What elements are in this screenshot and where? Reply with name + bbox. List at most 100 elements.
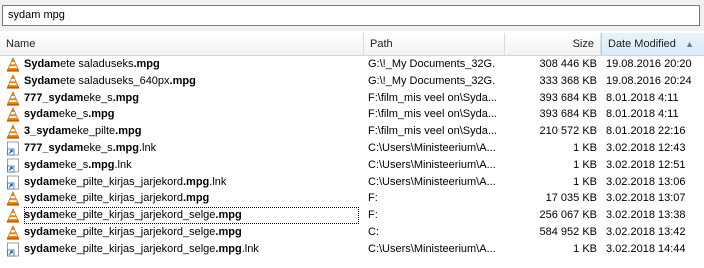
file-name: Sydamete saladuseks.mpg <box>24 56 359 73</box>
column-header-name[interactable]: Name <box>0 33 364 55</box>
file-name: sydameke_pilte_kirjas_jarjekord.mpg.lnk <box>24 174 359 191</box>
file-row[interactable]: Sydamete saladuseks.mpg G:\!_My Documents… <box>0 56 704 73</box>
name-text: eke_s <box>58 158 89 171</box>
name-text: eke_s <box>83 142 113 154</box>
file-date-modified: 19.08.2016 20:24 <box>606 74 692 87</box>
file-size: 308 446 KB <box>539 58 598 70</box>
file-path: F: <box>368 192 378 205</box>
column-header-date-label: Date Modified <box>608 38 676 50</box>
file-path: C:\Users\Ministeerium\A... <box>368 242 496 255</box>
file-date-modified: 3.02.2018 14:44 <box>606 242 686 255</box>
vlc-cone-icon <box>6 225 20 240</box>
name-match-highlight: 777_sydam <box>24 91 84 104</box>
file-date-modified: 3.02.2018 13:38 <box>606 209 686 222</box>
file-name: sydameke_pilte_kirjas_jarjekord_selge.mp… <box>24 241 359 258</box>
shortcut-icon <box>6 158 20 173</box>
file-name: sydameke_s.mpg <box>24 106 359 123</box>
name-match-highlight: Sydam <box>24 74 61 87</box>
vlc-cone-icon <box>6 90 20 106</box>
name-text: eke_s <box>83 91 113 104</box>
file-name: Sydamete saladuseks_640px.mpg <box>24 73 359 90</box>
name-match-highlight: .mpg <box>215 226 242 238</box>
file-row[interactable]: 3_sydameke_pilte.mpg F:\film_mis veel on\… <box>0 123 704 140</box>
name-extension: .lnk <box>138 142 157 154</box>
column-header-size[interactable]: Size <box>505 33 601 55</box>
file-size: 333 368 KB <box>539 74 598 87</box>
sort-ascending-icon: ▲ <box>685 39 694 49</box>
name-text: eke_pilte_kirjas_jarjekord_selge <box>58 226 216 238</box>
name-match-highlight: .mpg <box>182 192 210 205</box>
file-size: 210 572 KB <box>539 125 598 138</box>
name-match-highlight: .mpg <box>215 242 242 255</box>
vlc-cone-icon <box>6 74 20 89</box>
shortcut-icon <box>6 242 20 257</box>
vlc-cone-icon <box>6 208 20 223</box>
name-match-highlight: .mpg <box>112 91 139 104</box>
column-header-path[interactable]: Path <box>364 33 505 55</box>
file-path: G:\!_My Documents_32G... <box>368 74 496 87</box>
file-row[interactable]: sydameke_pilte_kirjas_jarjekord_selge.mp… <box>0 207 704 225</box>
file-size: 17 035 KB <box>545 192 597 205</box>
name-text: eke_s <box>58 108 89 121</box>
name-match-highlight: sydam <box>24 209 59 222</box>
name-extension: .lnk <box>114 158 132 171</box>
file-row[interactable]: sydameke_pilte_kirjas_jarjekord_selge.mp… <box>0 241 704 258</box>
name-text: eke_pilte <box>71 125 116 138</box>
file-path: F:\film_mis veel on\Syda... <box>368 125 496 138</box>
file-date-modified: 3.02.2018 13:42 <box>606 226 686 238</box>
search-input[interactable]: sydam mpg <box>2 5 700 26</box>
file-row[interactable]: sydameke_pilte_kirjas_jarjekord_selge.mp… <box>0 224 704 241</box>
file-name: 777_sydameke_s.mpg.lnk <box>24 140 359 157</box>
name-match-highlight: .mpg <box>88 158 115 171</box>
name-match-highlight: .mpg <box>112 142 139 154</box>
name-extension: .lnk <box>241 242 259 255</box>
file-path: G:\!_My Documents_32G... <box>368 58 496 70</box>
name-match-highlight: sydam <box>24 158 59 171</box>
file-name: 3_sydameke_pilte.mpg <box>24 123 359 140</box>
file-row[interactable]: Sydamete saladuseks_640px.mpg G:\!_My Doc… <box>0 73 704 90</box>
file-date-modified: 3.02.2018 13:06 <box>606 175 686 188</box>
name-extension: .lnk <box>209 175 227 188</box>
name-match-highlight: sydam <box>24 242 59 255</box>
file-path: C:\Users\Ministeerium\A... <box>368 158 496 171</box>
file-date-modified: 19.08.2016 20:20 <box>606 58 692 70</box>
file-date-modified: 8.01.2018 4:11 <box>606 91 679 104</box>
name-match-highlight: Sydam <box>24 58 61 70</box>
file-row[interactable]: sydameke_pilte_kirjas_jarjekord.mpg.lnk C… <box>0 174 704 191</box>
file-name: sydameke_pilte_kirjas_jarjekord_selge.mp… <box>24 207 359 225</box>
file-size: 584 952 KB <box>539 226 598 238</box>
name-text: ete saladuseks <box>60 58 134 70</box>
file-row[interactable]: sydameke_s.mpg F:\film_mis veel on\Syda..… <box>0 106 704 123</box>
file-name: sydameke_s.mpg.lnk <box>24 157 359 174</box>
name-match-highlight: sydam <box>24 175 59 188</box>
name-match-highlight: .mpg <box>115 125 142 138</box>
name-match-highlight: .mpg <box>169 74 196 87</box>
file-size: 1 KB <box>573 175 597 188</box>
name-match-highlight: .mpg <box>215 209 242 222</box>
file-size: 393 684 KB <box>539 91 598 104</box>
name-match-highlight: sydam <box>24 108 59 121</box>
shortcut-icon <box>6 175 20 190</box>
name-match-highlight: sydam <box>24 226 59 238</box>
file-row[interactable]: 777_sydameke_s.mpg F:\film_mis veel on\Sy… <box>0 90 704 107</box>
file-row[interactable]: sydameke_s.mpg.lnk C:\Users\Ministeerium\… <box>0 157 704 174</box>
file-path: C:\Users\Ministeerium\A... <box>368 142 496 154</box>
file-date-modified: 3.02.2018 12:51 <box>606 158 686 171</box>
file-name: sydameke_pilte_kirjas_jarjekord.mpg <box>24 190 359 207</box>
name-match-highlight: .mpg <box>88 108 115 121</box>
file-row[interactable]: 777_sydameke_s.mpg.lnk C:\Users\Ministeer… <box>0 140 704 157</box>
file-date-modified: 8.01.2018 4:11 <box>606 108 679 121</box>
file-size: 256 067 KB <box>539 209 598 222</box>
file-date-modified: 3.02.2018 12:43 <box>606 142 686 154</box>
name-match-highlight: .mpg <box>133 58 160 70</box>
file-size: 1 KB <box>573 242 597 255</box>
file-name: sydameke_pilte_kirjas_jarjekord_selge.mp… <box>24 224 359 241</box>
file-path: F: <box>368 209 378 222</box>
vlc-cone-icon <box>6 57 20 72</box>
file-size: 393 684 KB <box>539 108 598 121</box>
name-text: eke_pilte_kirjas_jarjekord <box>58 192 183 205</box>
vlc-cone-icon <box>6 191 20 206</box>
column-header-date-modified[interactable]: Date Modified ▲ <box>601 33 704 55</box>
file-row[interactable]: sydameke_pilte_kirjas_jarjekord.mpg F: 17 … <box>0 190 704 207</box>
file-path: C:\Users\Ministeerium\A... <box>368 175 496 188</box>
